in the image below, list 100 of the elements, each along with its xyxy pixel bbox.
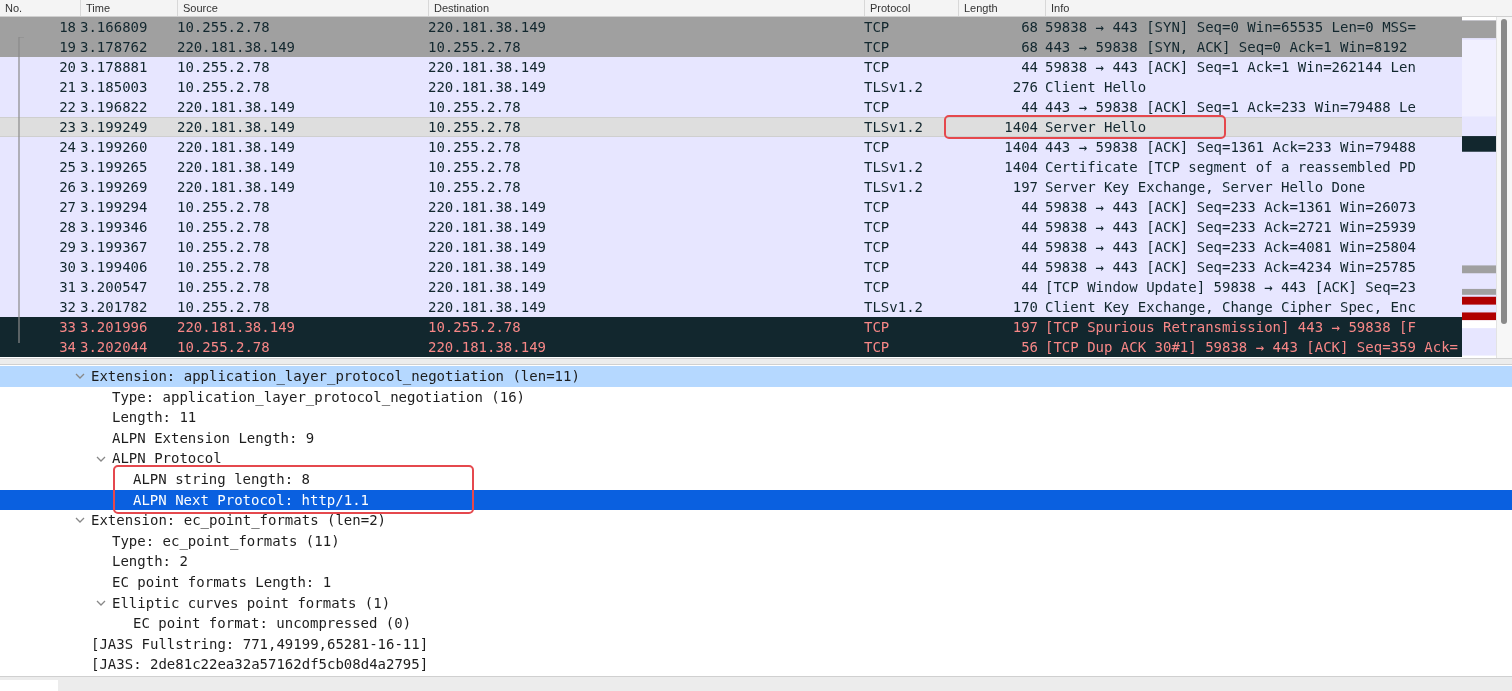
packet-info: Server Key Exchange, Server Hello Done <box>1045 179 1366 195</box>
column-header[interactable]: Source <box>177 0 428 16</box>
scrollbar[interactable] <box>1496 17 1512 358</box>
packet-time: 3.185003 <box>80 79 148 95</box>
tree-item[interactable]: Type: ec_point_formats (11) <box>0 530 1512 552</box>
tree-item-text: Length: 11 <box>112 408 197 428</box>
packet-source: 10.255.2.78 <box>177 59 270 75</box>
packet-length: 56 <box>1021 339 1038 355</box>
packet-info: 443 → 59838 [ACK] Seq=1 Ack=233 Win=79488 Le <box>1045 99 1416 115</box>
packet-destination: 220.181.38.149 <box>428 239 546 255</box>
packet-length: 1404 <box>1004 139 1038 155</box>
packet-no: 30 <box>59 259 76 275</box>
packet-row[interactable]: 19 3.178762 220.181.38.149 10.255.2.78 TCP 68 443 → 59838 [SYN, ACK] Seq=0 Ack=1 Win=8192 <box>0 37 1462 57</box>
packet-row[interactable]: 27 3.199294 10.255.2.78 220.181.38.149 TCP 44 59838 → 443 [ACK] Seq=233 Ack=1361 Win=26073 <box>0 197 1462 217</box>
packet-row[interactable]: 23 3.199249 220.181.38.149 10.255.2.78 TLSv1.2 1404 Server Hello <box>0 117 1462 137</box>
packet-info: [TCP Window Update] 59838 → 443 [ACK] Seq=23 <box>1045 279 1416 295</box>
tree-item[interactable]: Length: 2 <box>0 551 1512 572</box>
packet-destination: 10.255.2.78 <box>428 159 521 175</box>
packet-no: 23 <box>59 119 76 135</box>
packet-info: 59838 → 443 [ACK] Seq=233 Ack=1361 Win=26073 <box>1045 199 1416 215</box>
tree-item[interactable]: ALPN string length: 8 <box>0 468 1512 490</box>
packet-time: 3.178881 <box>80 59 148 75</box>
column-header[interactable]: Length <box>958 0 1045 16</box>
tree-item[interactable]: EC point formats Length: 1 <box>0 571 1512 593</box>
packet-length: 1404 <box>1004 159 1038 175</box>
packet-no: 24 <box>59 139 76 155</box>
packet-source: 220.181.38.149 <box>177 99 295 115</box>
packet-protocol: TCP <box>864 219 890 235</box>
tree-item[interactable]: Length: 11 <box>0 407 1512 428</box>
packet-destination: 10.255.2.78 <box>428 139 521 155</box>
column-header[interactable]: Protocol <box>864 0 958 16</box>
packet-row[interactable]: 34 3.202044 10.255.2.78 220.181.38.149 TCP 56 [TCP Dup ACK 30#1] 59838 → 443 [ACK] Seq=359 Ack= <box>0 337 1462 357</box>
packet-time: 3.199249 <box>80 119 148 135</box>
packet-destination: 10.255.2.78 <box>428 99 521 115</box>
packet-destination: 220.181.38.149 <box>428 219 546 235</box>
packet-row[interactable]: 25 3.199265 220.181.38.149 10.255.2.78 TLSv1.2 1404 Certificate [TCP segment of a reassembled PD <box>0 157 1462 177</box>
packet-row[interactable]: 26 3.199269 220.181.38.149 10.255.2.78 TLSv1.2 197 Server Key Exchange, Server Hello Done <box>0 177 1462 197</box>
column-header[interactable]: Destination <box>428 0 864 16</box>
tree-item[interactable]: ALPN Extension Length: 9 <box>0 427 1512 449</box>
packet-source: 10.255.2.78 <box>177 219 270 235</box>
packet-row[interactable]: 22 3.196822 220.181.38.149 10.255.2.78 TCP 44 443 → 59838 [ACK] Seq=1 Ack=233 Win=79488 Le <box>0 97 1462 117</box>
packet-info: 443 → 59838 [ACK] Seq=1361 Ack=233 Win=79488 <box>1045 139 1416 155</box>
tree-item[interactable]: [JA3S: 2de81c22ea32a57162df5cb08d4a2795] <box>0 654 1512 675</box>
packet-protocol: TCP <box>864 39 890 55</box>
packet-row[interactable]: 18 3.166809 10.255.2.78 220.181.38.149 TCP 68 59838 → 443 [SYN] Seq=0 Win=65535 Len=0 MSS= <box>0 17 1462 37</box>
packet-length: 197 <box>1012 179 1038 195</box>
column-header[interactable]: Info <box>1045 0 1462 16</box>
tree-item[interactable]: ALPN Protocol <box>0 448 1512 469</box>
tree-item[interactable]: Extension: ec_point_formats (len=2) <box>0 510 1512 531</box>
tree-item-text: Extension: application_layer_protocol_negotiation (len=11) <box>91 367 580 387</box>
tree-item[interactable]: Extension: application_layer_protocol_negotiation (len=11) <box>0 366 1512 387</box>
packet-source: 220.181.38.149 <box>177 159 295 175</box>
tree-item[interactable]: [JA3S Fullstring: 771,49199,65281-16-11] <box>0 633 1512 655</box>
packet-protocol: TLSv1.2 <box>864 179 923 195</box>
packet-source: 220.181.38.149 <box>177 39 295 55</box>
packet-time: 3.178762 <box>80 39 148 55</box>
tree-item-text: Type: application_layer_protocol_negotiation (16) <box>112 387 525 408</box>
tree-item[interactable]: ALPN Next Protocol: http/1.1 <box>0 489 1512 511</box>
packet-destination: 10.255.2.78 <box>428 39 521 55</box>
packet-no: 21 <box>59 79 76 95</box>
packet-row[interactable]: 20 3.178881 10.255.2.78 220.181.38.149 TCP 44 59838 → 443 [ACK] Seq=1 Ack=1 Win=262144 Len <box>0 57 1462 77</box>
packet-row[interactable]: 31 3.200547 10.255.2.78 220.181.38.149 TCP 44 [TCP Window Update] 59838 → 443 [ACK] Seq=23 <box>0 277 1462 297</box>
packet-info: 59838 → 443 [SYN] Seq=0 Win=65535 Len=0 MSS= <box>1045 19 1416 35</box>
packet-row[interactable]: 29 3.199367 10.255.2.78 220.181.38.149 TCP 44 59838 → 443 [ACK] Seq=233 Ack=4081 Win=25804 <box>0 237 1462 257</box>
packet-protocol: TLSv1.2 <box>864 299 923 315</box>
packet-source: 10.255.2.78 <box>177 339 270 355</box>
tree-item-text: EC point formats Length: 1 <box>112 572 332 592</box>
packet-time: 3.199294 <box>80 199 148 215</box>
tree-item[interactable]: Elliptic curves point formats (1) <box>0 592 1512 614</box>
packet-row[interactable]: 32 3.201782 10.255.2.78 220.181.38.149 TLSv1.2 170 Client Key Exchange, Change Cipher Spec, Enc <box>0 297 1462 317</box>
packet-time: 3.199406 <box>80 259 148 275</box>
tree-item[interactable]: Type: application_layer_protocol_negotiation (16) <box>0 386 1512 408</box>
packet-row[interactable]: 28 3.199346 10.255.2.78 220.181.38.149 TCP 44 59838 → 443 [ACK] Seq=233 Ack=2721 Win=25939 <box>0 217 1462 237</box>
packet-time: 3.196822 <box>80 99 148 115</box>
tree-item-text: ALPN Next Protocol: http/1.1 <box>133 490 369 510</box>
packet-destination: 10.255.2.78 <box>428 179 521 195</box>
packet-source: 10.255.2.78 <box>177 239 270 255</box>
packet-source: 10.255.2.78 <box>177 259 270 275</box>
packet-length: 68 <box>1021 19 1038 35</box>
packet-info: Client Hello <box>1045 79 1147 95</box>
packet-no: 27 <box>59 199 76 215</box>
packet-row[interactable]: 24 3.199260 220.181.38.149 10.255.2.78 TCP 1404 443 → 59838 [ACK] Seq=1361 Ack=233 Win=79488 <box>0 137 1462 157</box>
tree-item-text: Type: ec_point_formats (11) <box>112 531 340 552</box>
packet-no: 20 <box>59 59 76 75</box>
column-header[interactable]: Time <box>80 0 177 16</box>
packet-row[interactable]: 30 3.199406 10.255.2.78 220.181.38.149 TCP 44 59838 → 443 [ACK] Seq=233 Ack=4234 Win=25785 <box>0 257 1462 277</box>
packet-length: 44 <box>1021 259 1038 275</box>
packet-source: 220.181.38.149 <box>177 119 295 135</box>
packet-time: 3.199265 <box>80 159 148 175</box>
packet-no: 33 <box>59 319 76 335</box>
packet-protocol: TCP <box>864 199 890 215</box>
column-header[interactable]: No. <box>0 0 80 16</box>
tree-item[interactable]: EC point format: uncompressed (0) <box>0 613 1512 634</box>
packet-length: 44 <box>1021 219 1038 235</box>
packet-length: 276 <box>1012 79 1038 95</box>
packet-source: 220.181.38.149 <box>177 179 295 195</box>
packet-no: 25 <box>59 159 76 175</box>
packet-row[interactable]: 33 3.201996 220.181.38.149 10.255.2.78 TCP 197 [TCP Spurious Retransmission] 443 → 59838 [F <box>0 317 1462 337</box>
packet-info: 59838 → 443 [ACK] Seq=233 Ack=2721 Win=25939 <box>1045 219 1416 235</box>
packet-row[interactable]: 21 3.185003 10.255.2.78 220.181.38.149 TLSv1.2 276 Client Hello <box>0 77 1462 97</box>
